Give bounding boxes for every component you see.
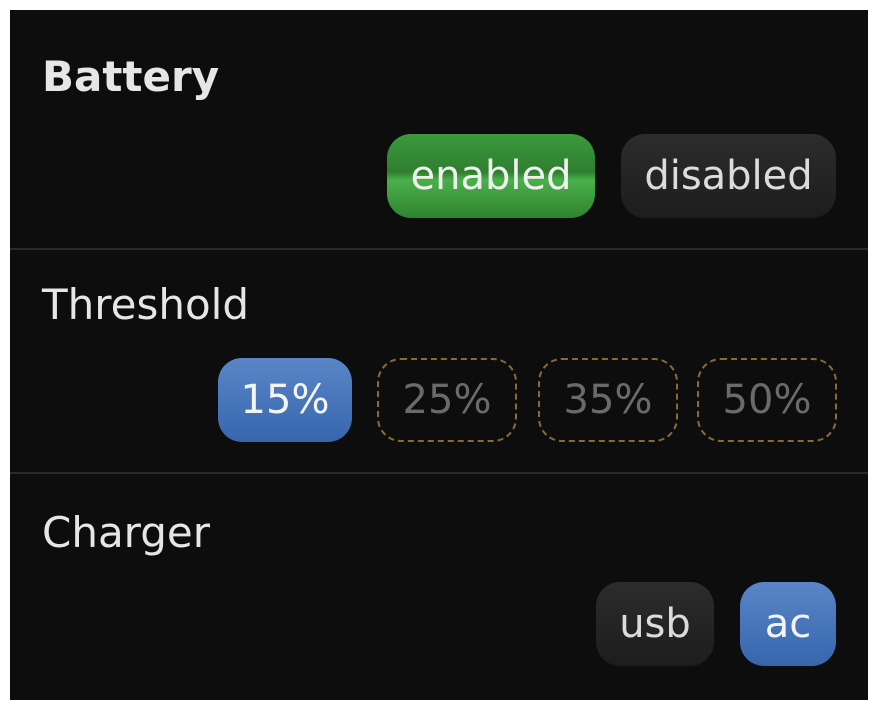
charger-section: Charger usb ac: [10, 474, 868, 700]
threshold-15-button[interactable]: 15%: [218, 358, 352, 442]
battery-section: Battery enabled disabled: [10, 10, 868, 250]
threshold-section: Threshold 15% 25% 35% 50%: [10, 250, 868, 472]
charger-title: Charger: [42, 508, 210, 557]
threshold-35-button[interactable]: 35%: [538, 358, 678, 442]
threshold-50-button[interactable]: 50%: [697, 358, 837, 442]
threshold-25-button[interactable]: 25%: [377, 358, 517, 442]
battery-settings-panel: Battery enabled disabled Threshold 15% 2…: [10, 10, 868, 700]
charger-usb-button[interactable]: usb: [596, 582, 714, 666]
charger-ac-button[interactable]: ac: [740, 582, 836, 666]
battery-enabled-button[interactable]: enabled: [387, 134, 595, 218]
threshold-title: Threshold: [42, 280, 249, 329]
battery-disabled-button[interactable]: disabled: [621, 134, 836, 218]
battery-title: Battery: [42, 52, 220, 101]
